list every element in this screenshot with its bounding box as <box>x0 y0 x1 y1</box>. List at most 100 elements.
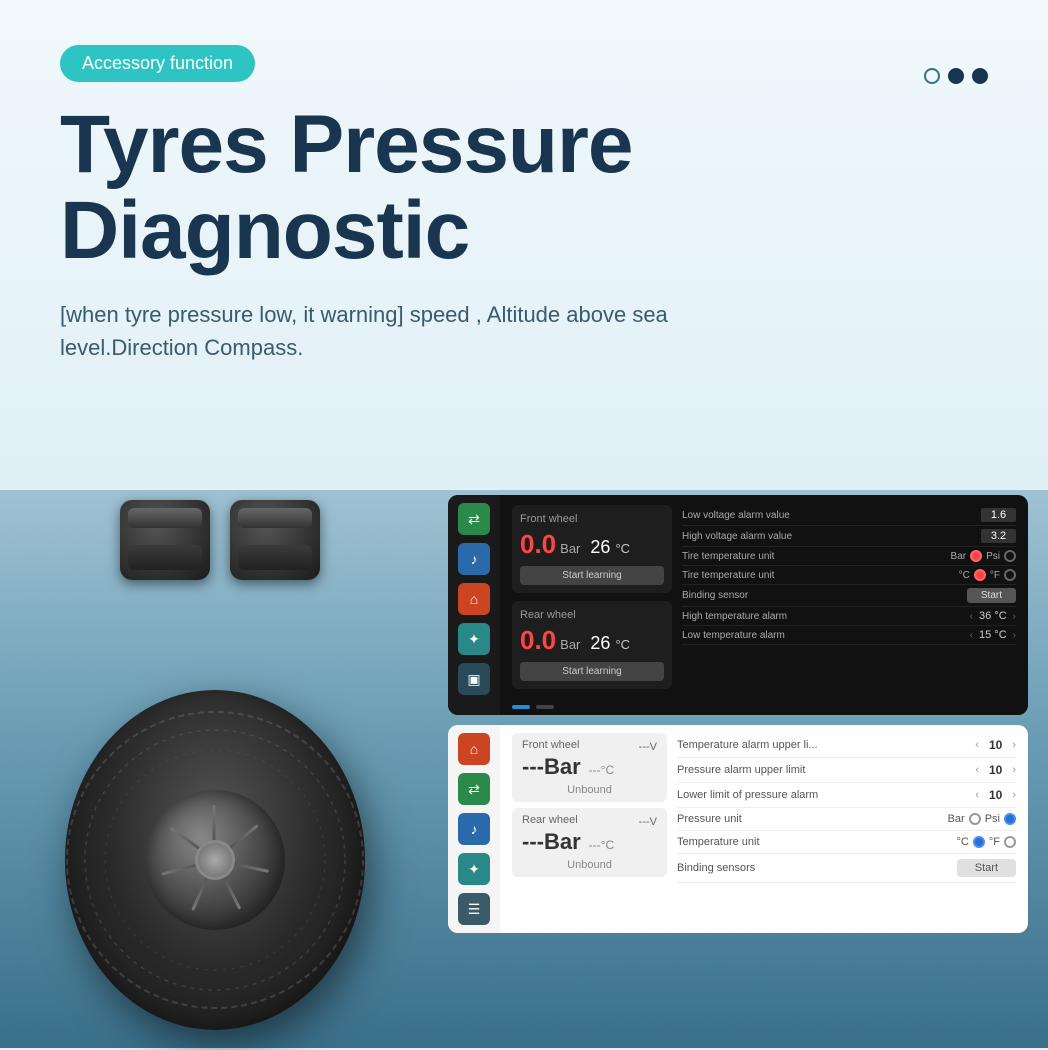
front-learn-btn[interactable]: Start learning <box>520 566 664 585</box>
footer-dot-active[interactable] <box>512 705 530 709</box>
pressure-upper-down[interactable]: ‹ <box>975 764 979 776</box>
footer-dot-inactive[interactable] <box>536 705 554 709</box>
dark-left-panel: Front wheel 0.0 Bar 26 °C Start learning… <box>512 505 672 689</box>
light-sidebar-home[interactable]: ⌂ <box>458 733 490 765</box>
light-sidebar-settings[interactable]: ✦ <box>458 853 490 885</box>
light-front-voltage: ---V <box>639 741 657 753</box>
light-screen: ⌂ ⇄ ♪ ✦ ☰ Front wheel ---V ---Bar <box>448 725 1028 933</box>
pressure-lower-value: 10 <box>981 788 1010 802</box>
bar-label: Bar <box>951 551 967 562</box>
light-sidebar-sound[interactable]: ♪ <box>458 813 490 845</box>
pagination <box>924 68 988 84</box>
pressure-bar-label: Bar <box>948 813 965 825</box>
high-temp-alarm-label: High temperature alarm <box>682 611 787 622</box>
sidebar-icon-camera[interactable]: ▣ <box>458 663 490 695</box>
light-front-status: Unbound <box>522 784 657 796</box>
light-rear-readings: ---Bar ---°C <box>522 829 657 855</box>
low-temp-up[interactable]: › <box>1013 630 1016 641</box>
tire-inner <box>145 790 285 930</box>
dark-screen: ⇄ ♪ ⌂ ✦ ▣ Front wheel 0.0 Bar <box>448 495 1028 715</box>
high-temp-controls: ‹ 36 °C › <box>970 610 1016 622</box>
celsius-label-light: °C <box>957 836 969 848</box>
sidebar-icon-nav[interactable]: ⇄ <box>458 503 490 535</box>
rear-learn-btn[interactable]: Start learning <box>520 662 664 681</box>
light-sidebar-nav[interactable]: ⇄ <box>458 773 490 805</box>
temp-upper-controls: ‹ 10 › <box>975 738 1016 752</box>
pressure-upper-controls: ‹ 10 › <box>975 763 1016 777</box>
light-setting-binding: Binding sensors Start <box>677 854 1016 883</box>
pressure-upper-label: Pressure alarm upper limit <box>677 764 805 776</box>
rear-wheel-panel: Rear wheel 0.0 Bar 26 °C Start learning <box>512 601 672 689</box>
psi-radio[interactable] <box>1004 550 1016 562</box>
high-temp-down[interactable]: ‹ <box>970 611 973 622</box>
temp-upper-down[interactable]: ‹ <box>975 739 979 751</box>
light-rear-status: Unbound <box>522 859 657 871</box>
light-rear-wheel: Rear wheel ---V ---Bar ---°C Unbound <box>512 808 667 877</box>
binding-sensors-btn[interactable]: Start <box>957 859 1016 877</box>
dark-right-panel: Low voltage alarm value 1.6 High voltage… <box>682 505 1016 689</box>
high-temp-value: 36 °C <box>979 610 1007 622</box>
light-setting-temp-unit: Temperature unit °C °F <box>677 831 1016 854</box>
setting-row-binding: Binding sensor Start <box>682 585 1016 607</box>
fahrenheit-radio-light[interactable] <box>1004 836 1016 848</box>
dark-sidebar: ⇄ ♪ ⌂ ✦ ▣ <box>448 495 500 715</box>
sidebar-icon-settings[interactable]: ✦ <box>458 623 490 655</box>
pressure-lower-up[interactable]: › <box>1012 789 1016 801</box>
light-front-pressure: ---Bar <box>522 754 581 780</box>
light-rear-label: Rear wheel <box>522 814 578 826</box>
rear-pressure-unit: Bar <box>560 637 580 652</box>
pressure-bar-radio[interactable] <box>969 813 981 825</box>
dark-screen-footer <box>500 699 1028 715</box>
celsius-label: °C <box>959 570 970 581</box>
rear-temp: 26 °C <box>590 633 630 654</box>
celsius-radio[interactable] <box>974 569 986 581</box>
pressure-unit-radio: Bar Psi <box>948 813 1016 825</box>
temp-upper-label: Temperature alarm upper li... <box>677 739 818 751</box>
temp-upper-up[interactable]: › <box>1012 739 1016 751</box>
sensor-right <box>230 500 320 580</box>
binding-start-btn[interactable]: Start <box>967 588 1016 603</box>
temp-unit-label: Temperature unit <box>677 836 760 848</box>
top-section: Accessory function Tyres Pressure Diagno… <box>0 0 1048 490</box>
high-temp-up[interactable]: › <box>1013 611 1016 622</box>
bar-radio[interactable] <box>970 550 982 562</box>
low-temp-down[interactable]: ‹ <box>970 630 973 641</box>
tire-temp-radio: Bar Psi <box>951 550 1016 562</box>
sidebar-icon-home[interactable]: ⌂ <box>458 583 490 615</box>
light-rear-header: Rear wheel ---V <box>522 814 657 829</box>
light-setting-pressure-lower: Lower limit of pressure alarm ‹ 10 › <box>677 783 1016 808</box>
page-title: Tyres Pressure Diagnostic <box>60 102 988 274</box>
dot-2[interactable] <box>948 68 964 84</box>
pressure-lower-down[interactable]: ‹ <box>975 789 979 801</box>
pressure-unit-label: Pressure unit <box>677 813 742 825</box>
tire-temp-unit-label: Tire temperature unit <box>682 551 774 562</box>
celsius-radio-light[interactable] <box>973 836 985 848</box>
page-subtitle: [when tyre pressure low, it warning] spe… <box>60 298 740 364</box>
pressure-upper-up[interactable]: › <box>1012 764 1016 776</box>
high-voltage-label: High voltage alarm value <box>682 531 792 542</box>
temp-unit-radio: °C °F <box>957 836 1016 848</box>
dot-3[interactable] <box>972 68 988 84</box>
sidebar-icon-sound[interactable]: ♪ <box>458 543 490 575</box>
pressure-lower-label: Lower limit of pressure alarm <box>677 789 818 801</box>
low-temp-value: 15 °C <box>979 629 1007 641</box>
light-setting-pressure-upper: Pressure alarm upper limit ‹ 10 › <box>677 758 1016 783</box>
bottom-section: ⇄ ♪ ⌂ ✦ ▣ Front wheel 0.0 Bar <box>0 490 1048 1048</box>
light-setting-pressure-unit: Pressure unit Bar Psi <box>677 808 1016 831</box>
tire-temp-label2: Tire temperature unit <box>682 570 774 581</box>
dot-1[interactable] <box>924 68 940 84</box>
low-temp-alarm-label: Low temperature alarm <box>682 630 785 641</box>
binding-label: Binding sensor <box>682 590 748 601</box>
light-sidebar-extra[interactable]: ☰ <box>458 893 490 925</box>
pressure-psi-radio[interactable] <box>1004 813 1016 825</box>
fahrenheit-radio[interactable] <box>1004 569 1016 581</box>
fahrenheit-label-light: °F <box>989 836 1000 848</box>
setting-row-high-temp: High temperature alarm ‹ 36 °C › <box>682 607 1016 626</box>
rear-wheel-label: Rear wheel <box>520 609 664 621</box>
front-wheel-label: Front wheel <box>520 513 664 525</box>
pressure-psi-label: Psi <box>985 813 1000 825</box>
big-tire <box>50 670 380 1050</box>
title-line1: Tyres Pressure <box>60 99 633 190</box>
low-voltage-label: Low voltage alarm value <box>682 510 790 521</box>
hub-center <box>195 840 235 880</box>
